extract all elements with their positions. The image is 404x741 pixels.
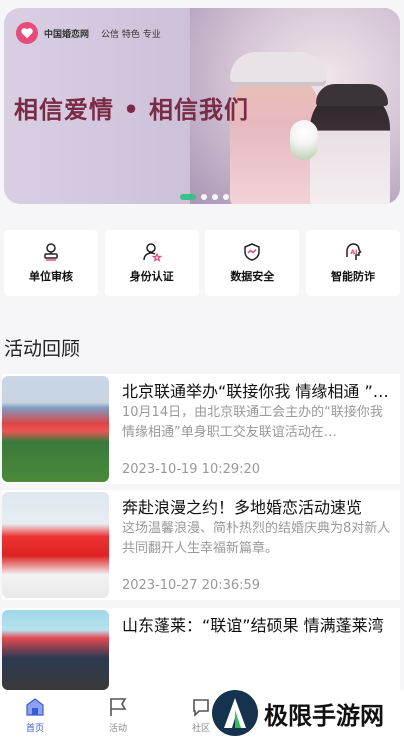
brand: 中国婚恋网 公信 特色 专业	[16, 22, 161, 44]
brand-name: 中国婚恋网	[44, 29, 90, 40]
article-thumbnail	[2, 376, 109, 482]
feature-label: 身份认证	[129, 270, 174, 286]
feature-label: 数据安全	[230, 270, 275, 286]
tab-home[interactable]: 首页	[15, 696, 55, 734]
carousel-dot[interactable]	[201, 194, 207, 200]
tab-label: 首页	[25, 724, 44, 734]
feature-identity[interactable]: 身份认证	[104, 230, 199, 296]
article-summary: 这场温馨浪漫、简朴热烈的结婚庆典为8对新人共同翻开人生幸福新篇章。	[122, 521, 391, 556]
svg-text:AI: AI	[350, 249, 357, 256]
tab-activity[interactable]: 活动	[98, 696, 138, 734]
watermark: 极限手游网	[212, 690, 384, 736]
hero-banner[interactable]: 中国婚恋网 公信 特色 专业 相信爱情 • 相信我们	[4, 8, 400, 204]
carousel-indicator[interactable]	[180, 194, 229, 200]
flag-icon	[110, 698, 127, 716]
article-title: 北京联通举办“联接你我 情缘相通 ”…	[122, 382, 389, 401]
ai-head-icon: AI	[346, 243, 362, 260]
brand-tagline: 公信 特色 专业	[101, 29, 161, 40]
section-title: 活动回顾	[4, 338, 81, 360]
carousel-dot-active[interactable]	[180, 194, 196, 200]
carousel-dot[interactable]	[223, 194, 229, 200]
stamp-icon	[44, 243, 58, 261]
user-verify-icon	[142, 243, 162, 262]
list-item[interactable]: 奔赴浪漫之约！多地婚恋活动速览 这场温馨浪漫、简朴热烈的结婚庆典为8对新人共同翻…	[2, 490, 400, 600]
feature-grid: 单位审核 身份认证 数据安全 AI 智能防诈	[4, 230, 400, 296]
list-item[interactable]: 山东蓬莱：“联谊”结硕果 情满蓬莱湾	[2, 608, 400, 690]
article-timestamp: 2023-10-27 20:36:59	[122, 578, 261, 593]
list-item[interactable]: 北京联通举办“联接你我 情缘相通 ”… 10月14日，由北京联通工会主办的“联接…	[2, 374, 400, 484]
carousel-dot[interactable]	[212, 194, 218, 200]
feature-label: 单位审核	[29, 270, 73, 286]
feature-data-security[interactable]: 数据安全	[205, 230, 300, 296]
watermark-logo-icon	[212, 690, 258, 736]
feature-unit-review[interactable]: 单位审核	[4, 230, 98, 296]
article-summary: 10月14日，由北京联通工会主办的“联接你我 情缘相通”单身职工交友联谊活动在…	[122, 405, 383, 440]
banner-slogan: 相信爱情 • 相信我们	[14, 95, 250, 124]
chat-icon	[193, 699, 209, 717]
tab-label: 活动	[108, 724, 127, 734]
article-timestamp: 2023-10-19 10:29:20	[122, 462, 261, 477]
feature-label: 智能防诈	[330, 270, 375, 286]
article-title: 奔赴浪漫之约！多地婚恋活动速览	[122, 498, 363, 517]
home-icon	[26, 698, 44, 716]
watermark-text: 极限手游网	[264, 700, 384, 730]
shield-icon	[244, 243, 261, 261]
article-thumbnail	[2, 492, 109, 598]
tab-label: 社区	[191, 724, 210, 734]
feature-anti-fraud[interactable]: AI 智能防诈	[305, 230, 400, 296]
heart-logo-icon	[16, 22, 38, 44]
article-thumbnail	[2, 610, 109, 690]
article-title: 山东蓬莱：“联谊”结硕果 情满蓬莱湾	[122, 616, 384, 635]
